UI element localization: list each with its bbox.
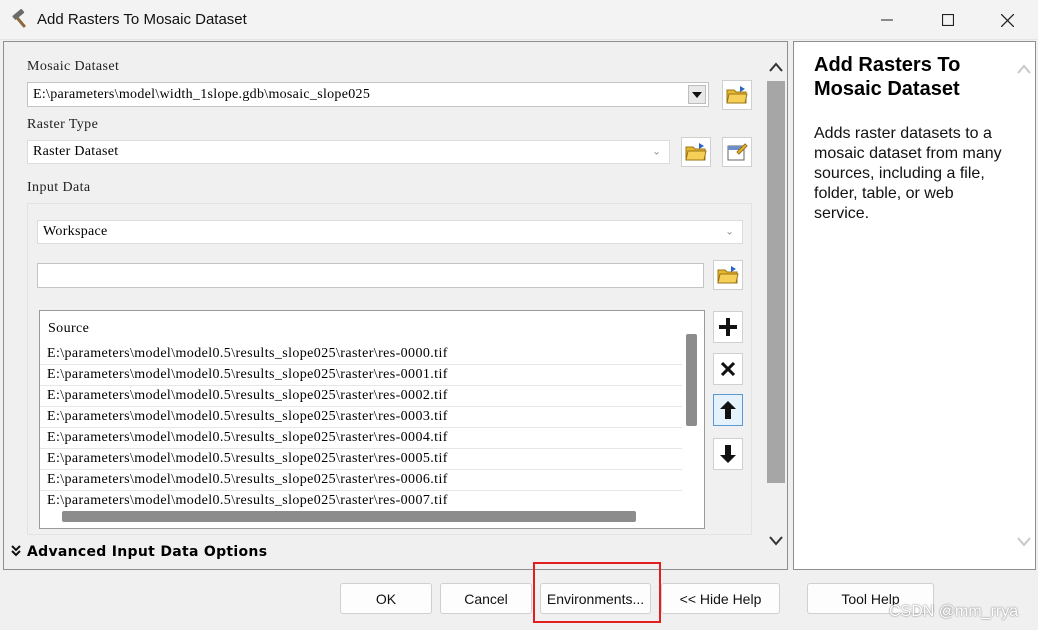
open-folder-icon [717, 266, 739, 284]
browse-raster-type-button[interactable] [681, 137, 711, 167]
source-list-item[interactable]: E:\parameters\model\model0.5\results_slo… [40, 386, 682, 407]
scrollbar-thumb[interactable] [767, 81, 785, 483]
raster-type-value: Raster Dataset [33, 144, 119, 159]
remove-item-button[interactable] [713, 353, 743, 385]
mosaic-dataset-input[interactable]: E:\parameters\model\width_1slope.gdb\mos… [27, 82, 709, 107]
source-rows: E:\parameters\model\model0.5\results_slo… [40, 344, 682, 508]
source-horizontal-scrollbar[interactable] [40, 508, 704, 528]
source-list-item[interactable]: E:\parameters\model\model0.5\results_slo… [40, 491, 682, 508]
help-panel: Add Rasters To Mosaic Dataset Adds raste… [793, 41, 1036, 570]
input-data-mode-select[interactable]: Workspace ⌄ [37, 220, 743, 244]
source-vertical-scrollbar[interactable] [682, 311, 704, 508]
source-list-item[interactable]: E:\parameters\model\model0.5\results_slo… [40, 365, 682, 386]
source-list-item[interactable]: E:\parameters\model\model0.5\results_slo… [40, 428, 682, 449]
browse-workspace-button[interactable] [713, 260, 743, 290]
move-up-button[interactable] [713, 394, 743, 426]
chevron-down-icon: ⌄ [725, 226, 734, 238]
title-bar: Add Rasters To Mosaic Dataset [0, 0, 1038, 40]
browse-mosaic-button[interactable] [722, 80, 752, 110]
source-list-item[interactable]: E:\parameters\model\model0.5\results_slo… [40, 344, 682, 365]
input-data-mode-value: Workspace [43, 224, 108, 239]
cancel-button[interactable]: Cancel [440, 583, 532, 614]
mosaic-dataset-value: E:\parameters\model\width_1slope.gdb\mos… [33, 86, 371, 102]
ok-button[interactable]: OK [340, 583, 432, 614]
workspace-path-input[interactable] [37, 263, 704, 288]
chevron-down-icon: ⌄ [652, 146, 661, 158]
source-list-item[interactable]: E:\parameters\model\model0.5\results_slo… [40, 449, 682, 470]
source-column-header: Source [48, 321, 90, 336]
scroll-up-icon[interactable] [1017, 64, 1031, 74]
source-list[interactable]: Source E:\parameters\model\model0.5\resu… [39, 310, 705, 529]
remove-icon [721, 362, 735, 376]
add-item-button[interactable] [713, 311, 743, 343]
open-folder-icon [685, 143, 707, 161]
source-list-body: Source E:\parameters\model\model0.5\resu… [40, 311, 682, 508]
raster-type-label: Raster Type [27, 117, 99, 132]
close-button[interactable] [984, 0, 1030, 40]
panel-scrollbar[interactable] [766, 56, 786, 554]
arrow-up-icon [720, 401, 736, 419]
mosaic-dataset-label: Mosaic Dataset [27, 59, 120, 74]
advanced-section-header[interactable]: Advanced Input Data Options [27, 544, 267, 560]
minimize-icon [881, 19, 893, 21]
help-title: Add Rasters To Mosaic Dataset [814, 54, 961, 100]
close-icon [1000, 13, 1014, 27]
dropdown-arrow-icon[interactable] [688, 85, 706, 104]
expand-chevron-icon[interactable] [11, 544, 23, 558]
scrollbar-thumb[interactable] [62, 511, 636, 522]
maximize-button[interactable] [925, 0, 971, 40]
input-data-label: Input Data [27, 180, 91, 195]
scroll-down-icon[interactable] [769, 536, 783, 546]
hammer-icon [10, 9, 32, 31]
raster-type-select[interactable]: Raster Dataset ⌄ [27, 140, 670, 164]
hide-help-button[interactable]: << Hide Help [661, 583, 780, 614]
source-list-item[interactable]: E:\parameters\model\model0.5\results_slo… [40, 470, 682, 491]
scrollbar-thumb[interactable] [686, 334, 697, 426]
scroll-up-icon[interactable] [769, 62, 783, 72]
help-body: Adds raster datasets to a mosaic dataset… [814, 125, 1002, 222]
open-folder-icon [726, 86, 748, 104]
watermark: CSDN @mm_rrya [889, 603, 1019, 620]
move-down-button[interactable] [713, 438, 743, 470]
properties-icon [727, 143, 748, 161]
maximize-icon [942, 14, 954, 26]
plus-icon [719, 318, 737, 336]
arrow-down-icon [720, 445, 736, 463]
highlight-annotation [533, 562, 661, 623]
scroll-down-icon[interactable] [1017, 537, 1031, 547]
raster-type-properties-button[interactable] [722, 137, 752, 167]
source-list-item[interactable]: E:\parameters\model\model0.5\results_slo… [40, 407, 682, 428]
minimize-button[interactable] [864, 0, 910, 40]
window-title: Add Rasters To Mosaic Dataset [37, 11, 247, 28]
